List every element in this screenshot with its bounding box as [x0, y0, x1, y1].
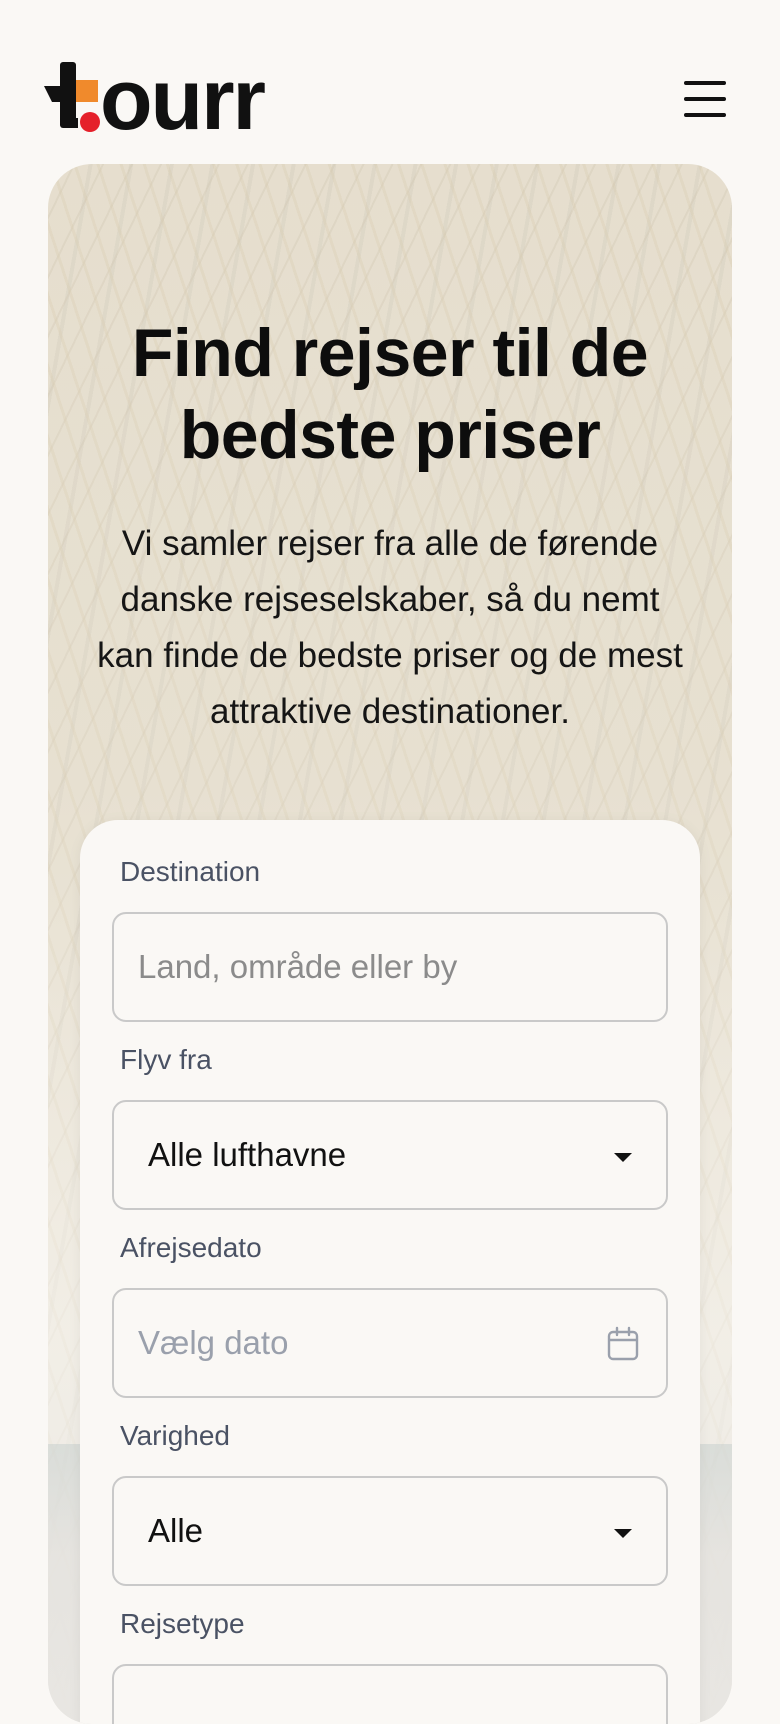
hero-title: Find rejser til de bedste priser	[131, 315, 649, 473]
menu-button[interactable]	[680, 78, 730, 120]
date-field[interactable]	[112, 1288, 668, 1398]
departure-label: Flyv fra	[120, 1044, 212, 1075]
hero-subtitle: Vi samler rejser fra alle de førende dan…	[97, 524, 683, 731]
chevron-down-icon	[614, 1153, 632, 1162]
destination-label: Destination	[120, 856, 261, 887]
departure-value: Alle lufthavne	[148, 1136, 347, 1173]
search-form: Destination Flyv fra Alle lufthavne Afre…	[80, 820, 700, 1724]
trip-type-label: Rejsetype	[120, 1608, 245, 1639]
svg-text:ourr: ourr	[100, 62, 266, 138]
calendar-icon[interactable]	[606, 1326, 640, 1362]
trip-type-select[interactable]	[112, 1664, 668, 1724]
duration-select[interactable]: Alle	[112, 1476, 668, 1586]
destination-field[interactable]	[112, 912, 668, 1022]
hero-section: Find rejser til de bedste priser Vi saml…	[48, 164, 732, 1724]
departure-select[interactable]: Alle lufthavne	[112, 1100, 668, 1210]
destination-input[interactable]	[114, 914, 666, 1020]
duration-label: Varighed	[120, 1420, 231, 1451]
date-input[interactable]	[114, 1290, 666, 1396]
tourr-logo[interactable]: ourr	[44, 62, 288, 138]
chevron-down-icon	[614, 1529, 632, 1538]
duration-value: Alle	[148, 1512, 204, 1549]
site-header: ourr	[0, 0, 780, 160]
date-label: Afrejsedato	[120, 1232, 262, 1263]
